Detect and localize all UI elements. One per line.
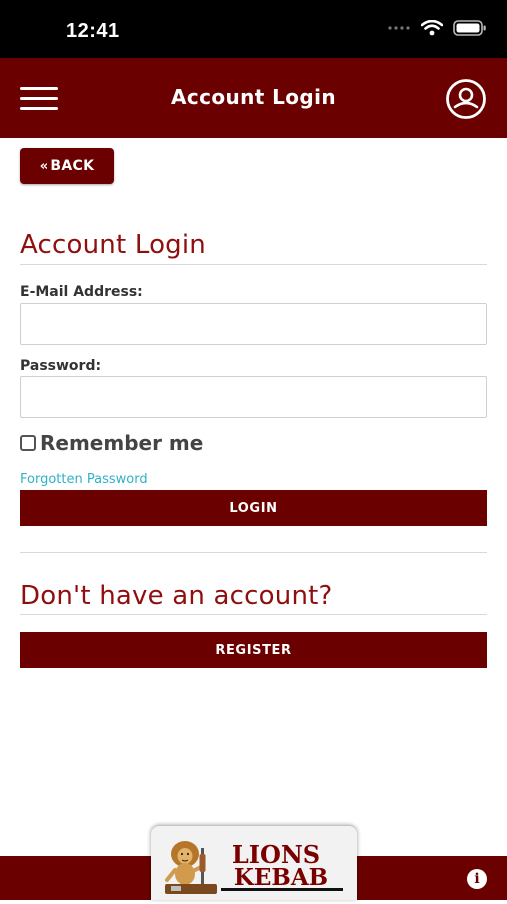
divider — [20, 552, 487, 553]
lion-mascot-icon — [165, 841, 217, 894]
status-time: 12:41 — [66, 20, 120, 42]
email-field[interactable] — [20, 303, 487, 345]
info-glyph: i — [474, 871, 480, 887]
battery-icon — [453, 20, 486, 36]
register-section-title: Don't have an account? — [20, 581, 333, 611]
header-title: Account Login — [170, 85, 337, 109]
lions-kebab-logo: LIONS KEBAB — [165, 840, 343, 894]
remember-me-checkbox[interactable] — [20, 435, 36, 451]
password-label: Password: — [20, 358, 102, 374]
divider — [20, 614, 487, 615]
user-account-icon[interactable] — [445, 78, 487, 120]
forgotten-password-link[interactable]: Forgotten Password — [20, 472, 148, 487]
register-button[interactable]: REGISTER — [20, 632, 487, 668]
brand-logo-card[interactable]: LIONS KEBAB — [151, 826, 357, 900]
back-button-label: BACK — [50, 158, 95, 174]
remember-me-row[interactable]: Remember me — [20, 431, 203, 455]
app-header: Account Login — [0, 58, 507, 138]
back-button[interactable]: « BACK — [20, 148, 114, 184]
divider — [20, 264, 487, 265]
login-button[interactable]: LOGIN — [20, 490, 487, 526]
status-icons — [387, 20, 487, 36]
password-field[interactable] — [20, 376, 487, 418]
wifi-icon — [421, 20, 443, 36]
email-label: E-Mail Address: — [20, 284, 143, 300]
logo-text-kebab: KEBAB — [234, 864, 328, 891]
info-icon[interactable]: i — [467, 869, 487, 889]
double-chevron-left-icon: « — [39, 158, 49, 174]
status-bar: 12:41 — [0, 0, 507, 58]
cellular-signal-icon — [388, 26, 410, 30]
login-section-title: Account Login — [20, 230, 206, 260]
remember-me-label: Remember me — [40, 431, 204, 455]
